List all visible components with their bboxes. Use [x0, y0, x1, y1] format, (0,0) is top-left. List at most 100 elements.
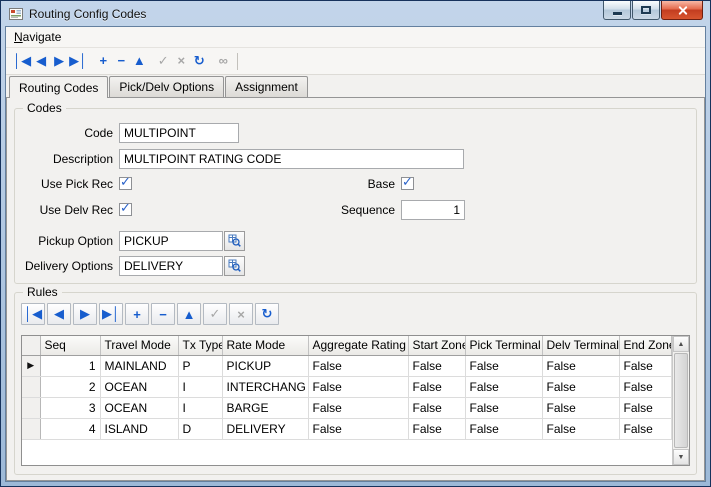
grid-cell[interactable]: False: [542, 355, 619, 376]
pickup-option-label: Pickup Option: [21, 234, 119, 248]
rules-prior-record-icon[interactable]: ◀: [47, 303, 71, 325]
grid-cell[interactable]: False: [308, 376, 408, 397]
codes-groupbox: Codes Code Description Use Pick Rec Base: [14, 108, 697, 284]
grid-cell[interactable]: PICKUP: [222, 355, 308, 376]
refresh-icon[interactable]: ↻: [190, 52, 208, 70]
cancel-edit-icon[interactable]: ×: [172, 52, 190, 70]
close-button[interactable]: [661, 1, 703, 20]
grid-cell[interactable]: False: [619, 355, 672, 376]
maximize-button[interactable]: [632, 1, 660, 20]
tab-assignment[interactable]: Assignment: [225, 76, 308, 97]
grid-cell[interactable]: MAINLAND: [100, 355, 178, 376]
code-input[interactable]: [119, 123, 239, 143]
menu-navigate[interactable]: Navigate: [6, 28, 69, 46]
grid-cell[interactable]: 4: [40, 418, 100, 439]
scroll-up-button[interactable]: ▲: [673, 336, 689, 352]
grid-cell[interactable]: False: [408, 397, 465, 418]
rules-grid-vscrollbar[interactable]: ▲ ▼: [672, 336, 689, 465]
rules-post-edit-icon[interactable]: ✓: [203, 303, 227, 325]
grid-cell[interactable]: 2: [40, 376, 100, 397]
grid-cell[interactable]: False: [619, 376, 672, 397]
app-icon: [8, 6, 24, 22]
column-header[interactable]: Start Zone: [408, 336, 465, 355]
row-selector[interactable]: [22, 418, 40, 439]
tab-pick-delv-options[interactable]: Pick/Delv Options: [109, 76, 224, 97]
grid-cell[interactable]: False: [542, 397, 619, 418]
delivery-options-input[interactable]: [119, 256, 223, 276]
rules-grid-container: SeqTravel ModeTx TypeRate ModeAggregate …: [21, 335, 690, 466]
pickup-option-input[interactable]: [119, 231, 223, 251]
minimize-button[interactable]: [603, 1, 631, 20]
column-header[interactable]: Aggregate Rating: [308, 336, 408, 355]
delivery-options-lookup-button[interactable]: [224, 256, 245, 276]
column-header[interactable]: Rate Mode: [222, 336, 308, 355]
scroll-thumb[interactable]: [674, 353, 688, 448]
grid-cell[interactable]: False: [542, 376, 619, 397]
post-edit-icon[interactable]: ✓: [154, 52, 172, 70]
grid-cell[interactable]: OCEAN: [100, 376, 178, 397]
grid-cell[interactable]: 1: [40, 355, 100, 376]
grid-cell[interactable]: False: [619, 418, 672, 439]
grid-cell[interactable]: False: [408, 376, 465, 397]
column-header[interactable]: Pick Terminal: [465, 336, 542, 355]
rules-refresh-icon[interactable]: ↻: [255, 303, 279, 325]
description-input[interactable]: [119, 149, 464, 169]
grid-cell[interactable]: False: [619, 397, 672, 418]
link-icon[interactable]: ∞: [214, 52, 232, 70]
use-delv-rec-label: Use Delv Rec: [21, 203, 119, 217]
insert-record-icon[interactable]: +: [94, 52, 112, 70]
use-delv-rec-checkbox[interactable]: [119, 203, 132, 216]
caption-buttons: [602, 1, 703, 20]
grid-cell[interactable]: P: [178, 355, 222, 376]
rules-last-record-icon[interactable]: ▶│: [99, 303, 123, 325]
rules-cancel-edit-icon[interactable]: ×: [229, 303, 253, 325]
grid-cell[interactable]: False: [408, 355, 465, 376]
grid-cell[interactable]: 3: [40, 397, 100, 418]
scroll-down-button[interactable]: ▼: [673, 449, 689, 465]
delete-record-icon[interactable]: −: [112, 52, 130, 70]
row-selector-current[interactable]: ▶: [22, 355, 40, 376]
grid-cell[interactable]: False: [465, 397, 542, 418]
rules-next-record-icon[interactable]: ▶: [73, 303, 97, 325]
last-record-icon[interactable]: ▶│: [68, 52, 88, 70]
code-label: Code: [21, 126, 119, 140]
prior-record-icon[interactable]: ◀: [32, 52, 50, 70]
grid-cell[interactable]: D: [178, 418, 222, 439]
pickup-option-lookup-button[interactable]: [224, 231, 245, 251]
column-header[interactable]: Travel Mode: [100, 336, 178, 355]
grid-cell[interactable]: OCEAN: [100, 397, 178, 418]
rules-delete-record-icon[interactable]: −: [151, 303, 175, 325]
grid-cell[interactable]: False: [465, 355, 542, 376]
rules-edit-record-icon[interactable]: ▲: [177, 303, 201, 325]
tab-routing-codes[interactable]: Routing Codes: [9, 76, 108, 98]
grid-cell[interactable]: I: [178, 397, 222, 418]
grid-cell[interactable]: False: [465, 376, 542, 397]
grid-cell[interactable]: DELIVERY: [222, 418, 308, 439]
column-header[interactable]: Delv Terminal: [542, 336, 619, 355]
grid-cell[interactable]: INTERCHANG: [222, 376, 308, 397]
rules-first-record-icon[interactable]: │◀: [21, 303, 45, 325]
edit-record-icon[interactable]: ▲: [130, 52, 148, 70]
sequence-input[interactable]: [401, 200, 465, 220]
column-header[interactable]: Seq: [40, 336, 100, 355]
grid-cell[interactable]: False: [308, 418, 408, 439]
use-pick-rec-checkbox[interactable]: [119, 177, 132, 190]
column-header[interactable]: End Zone: [619, 336, 672, 355]
grid-cell[interactable]: ISLAND: [100, 418, 178, 439]
grid-cell[interactable]: False: [408, 418, 465, 439]
grid-cell[interactable]: BARGE: [222, 397, 308, 418]
first-record-icon[interactable]: │◀: [12, 52, 32, 70]
grid-cell[interactable]: False: [465, 418, 542, 439]
base-checkbox[interactable]: [401, 177, 414, 190]
row-selector[interactable]: [22, 376, 40, 397]
use-pick-rec-label: Use Pick Rec: [21, 177, 119, 191]
grid-cell[interactable]: I: [178, 376, 222, 397]
grid-cell[interactable]: False: [308, 397, 408, 418]
rules-insert-record-icon[interactable]: +: [125, 303, 149, 325]
row-selector[interactable]: [22, 397, 40, 418]
column-header[interactable]: Tx Type: [178, 336, 222, 355]
next-record-icon[interactable]: ▶: [50, 52, 68, 70]
grid-cell[interactable]: False: [542, 418, 619, 439]
grid-cell[interactable]: False: [308, 355, 408, 376]
scroll-track[interactable]: [673, 352, 689, 449]
